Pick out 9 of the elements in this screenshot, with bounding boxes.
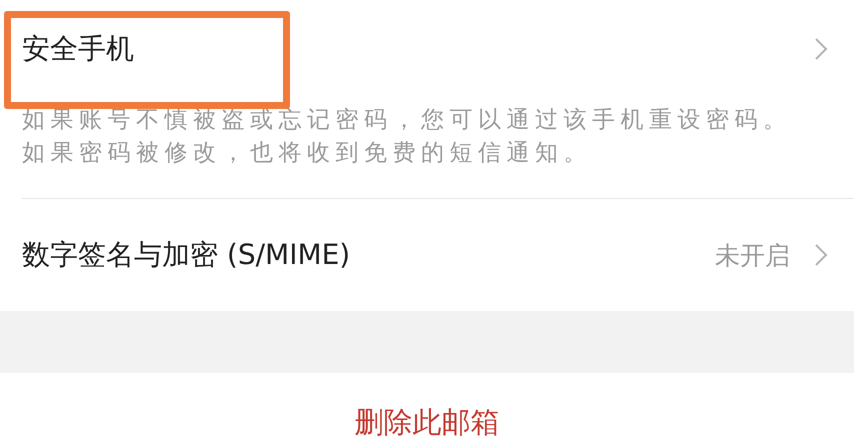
chevron-icon xyxy=(814,37,828,61)
delete-mailbox-button[interactable]: 删除此邮箱 xyxy=(354,403,500,443)
row-value: 未开启 xyxy=(715,240,790,272)
row-title: 数字签名与加密 (S/MIME) xyxy=(22,237,352,273)
row-title: 安全手机 xyxy=(22,31,135,67)
settings-row[interactable]: 安全手机 如果账号不慎被盗或忘记密码，您可以通过该手机重设密码。如果密码被修改，也将收到免费的短信通知。 xyxy=(22,0,854,199)
chevron-icon xyxy=(814,243,828,267)
settings-row[interactable]: 数字签名与加密 (S/MIME) 未开启 xyxy=(0,199,854,311)
row-description: 如果账号不慎被盗或忘记密码，您可以通过该手机重设密码。如果密码被修改，也将收到免费的短信通知。 xyxy=(22,106,792,168)
